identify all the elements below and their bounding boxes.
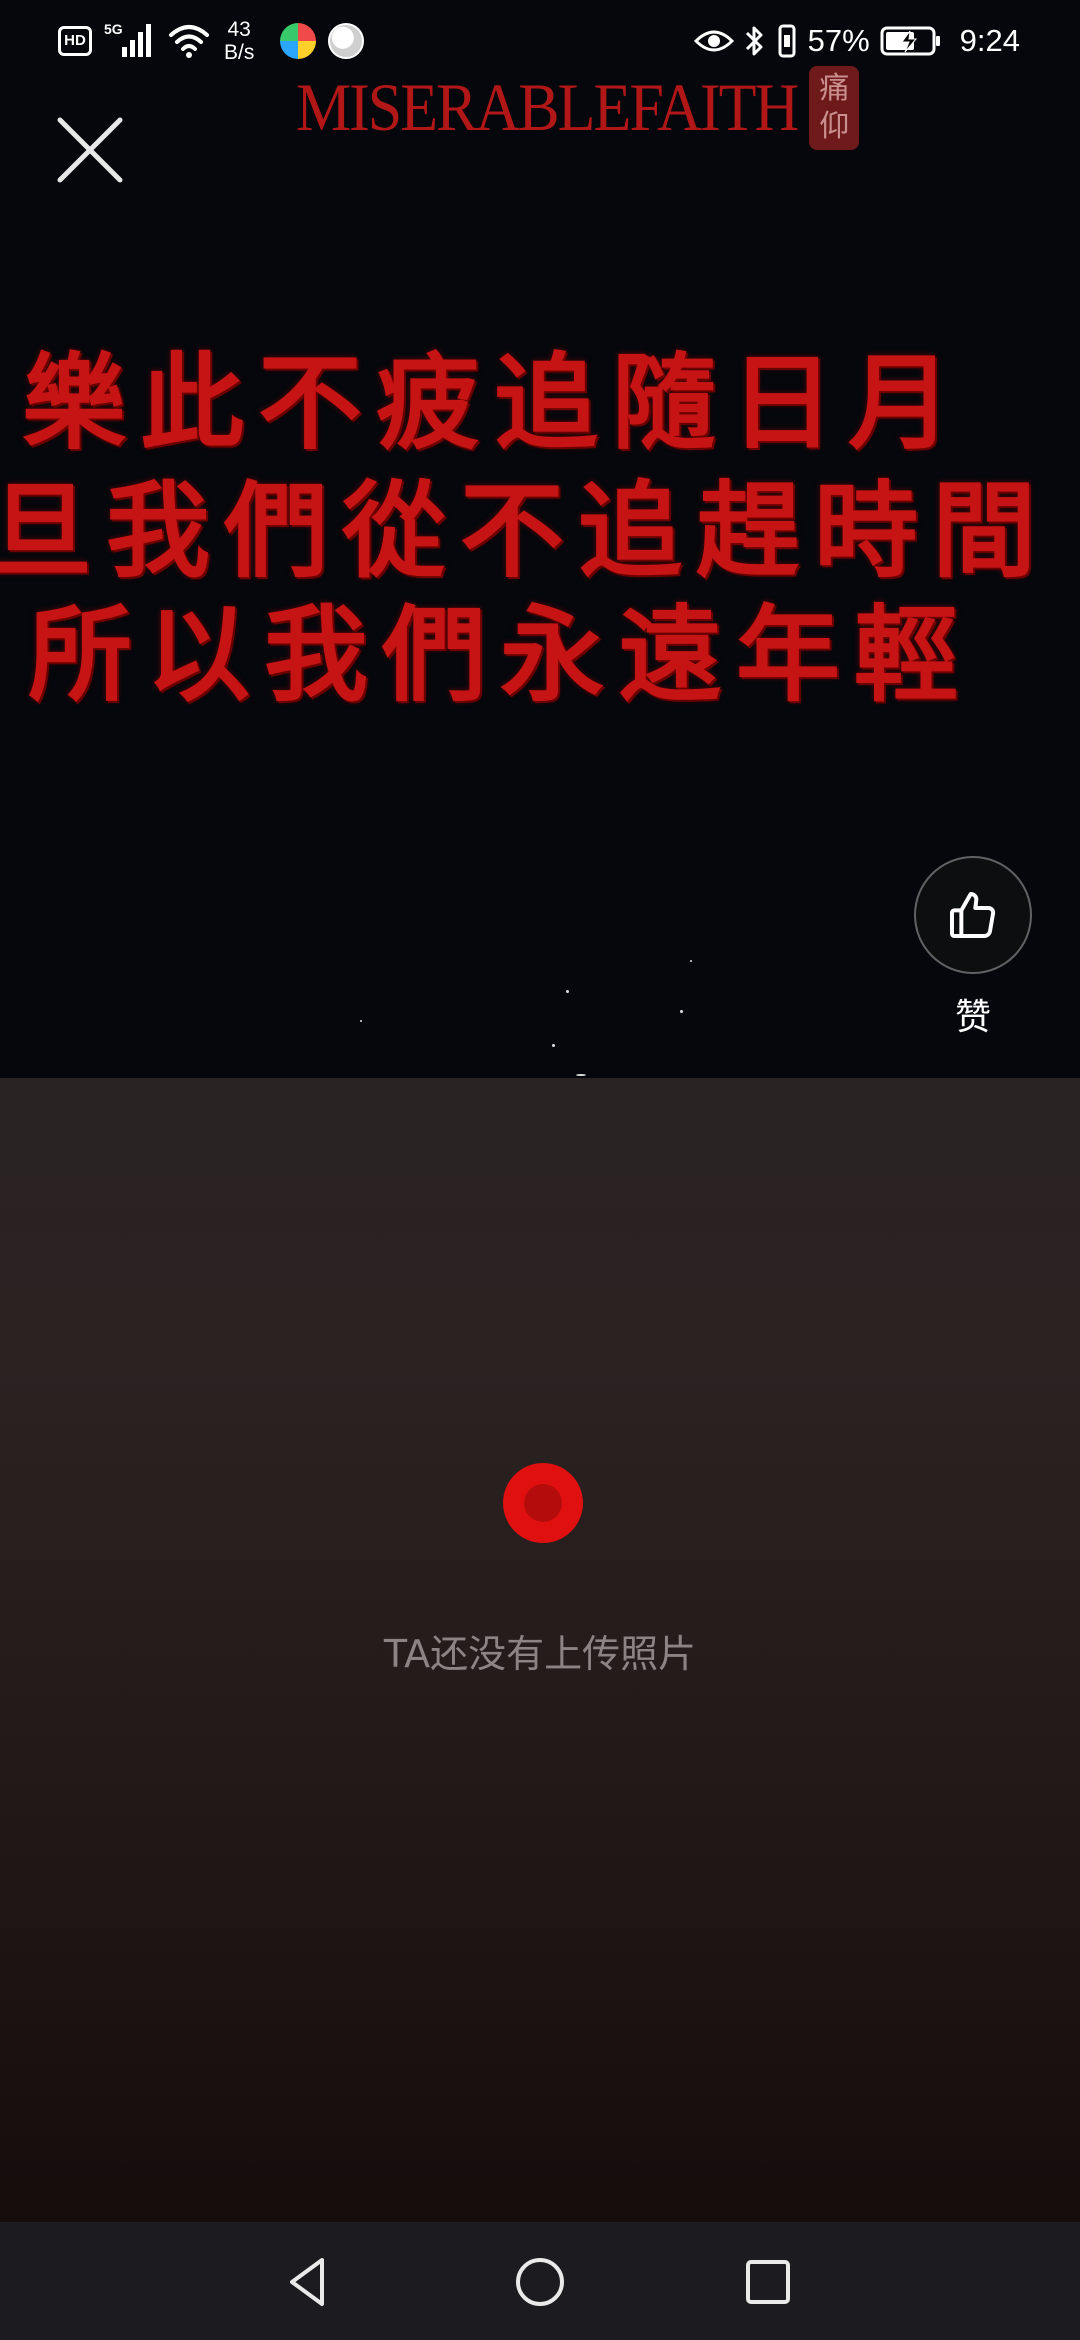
net-speed: 43 B/s xyxy=(224,18,254,64)
recent-apps-button[interactable] xyxy=(738,2252,798,2312)
record-dot-icon xyxy=(503,1463,583,1543)
hd-icon: HD xyxy=(58,26,92,56)
system-navigation-bar xyxy=(0,2222,1080,2340)
eye-icon xyxy=(693,30,734,52)
like-label: 赞 xyxy=(954,997,991,1038)
thumbs-up-icon xyxy=(950,892,996,938)
battery-charging-icon xyxy=(880,26,940,56)
wifi-icon xyxy=(169,25,209,58)
battery-percent: 57% xyxy=(807,23,870,58)
clock: 9:24 xyxy=(959,23,1020,58)
back-icon xyxy=(290,2258,324,2306)
brand-text: MISERABLEFAITH xyxy=(296,70,799,145)
vibrate-icon xyxy=(778,24,796,58)
like-group: 赞 xyxy=(912,856,1034,1040)
recent-apps-icon xyxy=(746,2260,790,2304)
bluetooth-icon xyxy=(745,26,763,56)
app-icon-colorful xyxy=(280,23,317,59)
status-bar: HD 5G 43 B/s 57% 9:24 xyxy=(0,0,1080,80)
close-icon xyxy=(57,117,123,183)
net-speed-value: 43 xyxy=(227,18,251,41)
home-icon xyxy=(516,2258,564,2306)
back-button[interactable] xyxy=(278,2252,338,2312)
signal-icon: 5G xyxy=(104,21,156,61)
app-icon-ball xyxy=(328,23,365,59)
lyric-line-3: 所以我們永遠年輕 xyxy=(28,593,973,716)
empty-message: TA还没有上传照片 xyxy=(383,1632,697,1676)
close-button[interactable] xyxy=(52,112,128,188)
like-button[interactable] xyxy=(914,856,1032,974)
home-button[interactable] xyxy=(510,2252,570,2312)
photo-gallery-empty-state: TA还没有上传照片 xyxy=(0,1078,1080,2222)
net-speed-unit: B/s xyxy=(224,41,255,64)
